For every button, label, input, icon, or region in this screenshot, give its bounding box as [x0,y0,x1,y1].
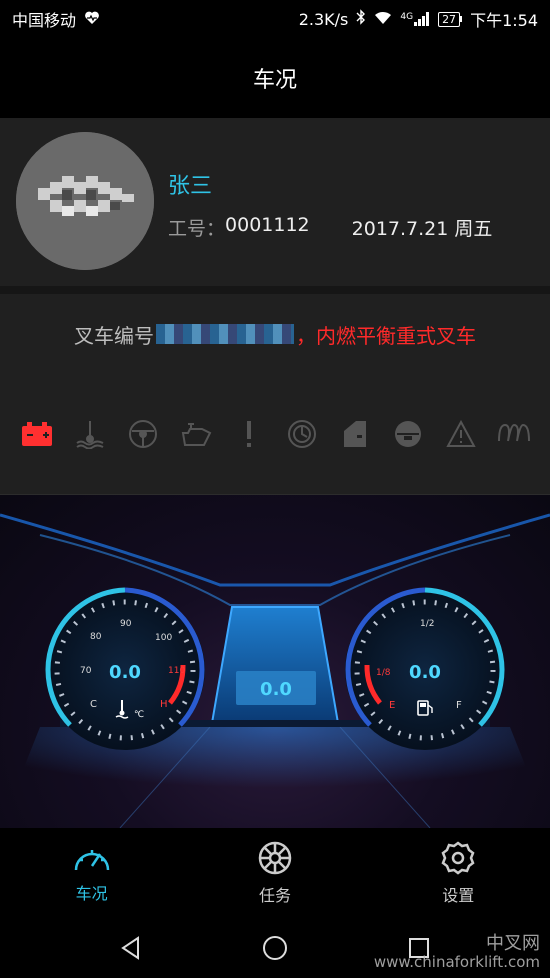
fuel-empty-label: E [389,700,395,711]
watermark-cn: 中叉网 [486,932,540,954]
signal-type: 4G [400,12,414,22]
battery-icon [20,417,54,451]
forklift-number-redacted [156,324,294,344]
signal-icon: 4G [400,12,430,26]
watermark: 中叉网 www.chinaforklift.com [373,932,540,971]
divider [0,286,550,294]
fuel-tick-half: 1/2 [420,619,434,629]
status-bar: 中国移动 2.3K/s 4G 27 下午1:54 [0,0,550,38]
back-icon[interactable] [120,936,142,960]
page-title: 车况 [252,68,297,93]
wheel-icon [258,841,292,875]
glow-plug-icon [497,417,531,451]
temp-hot-label: H [160,699,168,710]
carrier-label: 中国移动 [12,11,77,30]
battery-status: 27 [438,11,463,27]
exclamation-icon [232,417,266,451]
date-label: 2017.7.21 周五 [351,218,493,240]
warning-indicators [0,374,550,494]
speedometer-icon [74,850,109,871]
temp-tick-100: 100 [155,633,172,643]
tab-label: 车况 [75,884,108,903]
gear-icon [441,841,475,875]
floor-glow [0,727,550,828]
coolant-temp-icon [73,417,107,451]
battery-level: 27 [438,11,461,27]
temp-tick-80: 80 [90,632,102,642]
forklift-number-label: 叉车编号 [74,323,154,348]
brake-icon [285,417,319,451]
oil-pressure-icon [179,417,213,451]
pixelated-avatar-image [16,132,154,270]
dash-light-line [0,513,550,587]
steering-icon [126,417,160,451]
forklift-type: ，内燃平衡重式叉车 [296,323,476,348]
temperature-gauge: 70 80 90 100 110 C H 0.0 ℃ [45,587,205,750]
fuel-gauge: 1/2 1/8 E F 0.0 [345,587,505,750]
user-meta: 工号： 0001112 2017.7.21 周五 [168,214,492,241]
temp-tick-110: 110 [168,666,185,676]
temp-tick-90: 90 [120,619,132,629]
forklift-info: 叉车编号 ，内燃平衡重式叉车 [0,294,550,374]
bottom-tab-bar: 车况 任务 设置 [0,828,550,918]
clock: 下午1:54 [470,11,538,30]
title-bar: 车况 [0,38,550,118]
temp-tick-70: 70 [80,666,92,676]
fuel-tick-eighth: 1/8 [376,668,391,678]
temp-unit: ℃ [134,710,144,720]
tab-label: 任务 [258,886,291,905]
center-gauge-value: 0.0 [260,679,292,700]
bluetooth-icon [356,9,366,29]
temp-gauge-value: 0.0 [109,662,141,683]
fuel-full-label: F [456,700,462,711]
user-name: 张三 [168,174,213,199]
tab-vehicle-status[interactable]: 车况 [32,842,152,904]
tire-icon [391,417,425,451]
dashboard-panel: 0.0 70 80 90 100 110 C H 0.0 ℃ 1/2 1/8 E… [0,495,550,828]
door-icon [338,417,372,451]
net-speed: 2.3K/s [298,9,349,29]
avatar[interactable] [16,132,154,270]
temp-cold-label: C [90,699,97,710]
tab-tasks[interactable]: 任务 [215,840,335,906]
home-icon[interactable] [262,935,288,961]
employee-id: 0001112 [225,214,310,236]
dashboard-graphic: 0.0 70 80 90 100 110 C H 0.0 ℃ 1/2 1/8 E… [0,513,550,828]
warning-triangle-icon [444,417,478,451]
watermark-url: www.chinaforklift.com [373,952,540,971]
fuel-gauge-value: 0.0 [409,662,441,683]
heart-icon [84,10,100,29]
wifi-icon [374,10,392,29]
center-display [210,606,340,724]
employee-id-label: 工号： [168,218,226,240]
tab-label: 设置 [442,886,475,905]
tab-settings[interactable]: 设置 [398,840,518,906]
profile-card: 张三 工号： 0001112 2017.7.21 周五 [0,118,550,286]
